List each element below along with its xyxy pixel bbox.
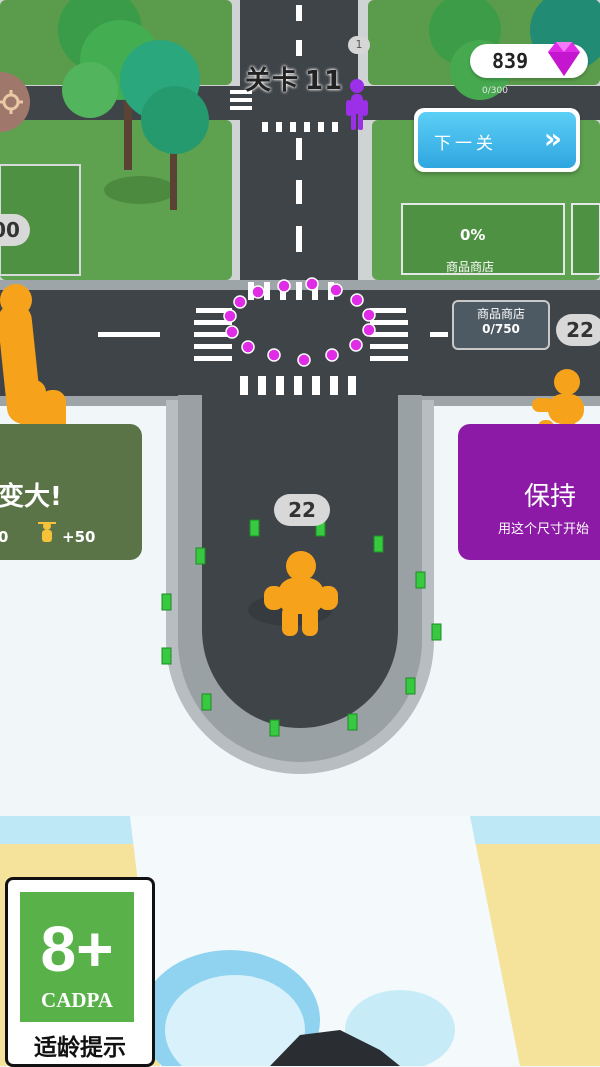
grow-gate-value-a: 0: [0, 528, 9, 546]
grow-gate: 变大! 0 +50: [0, 424, 142, 560]
keep-gate-title: 保持: [524, 482, 577, 512]
level-number: 11: [305, 66, 344, 96]
shop-store-label: 商品商店: [476, 307, 525, 321]
gem-counter: 839: [470, 42, 588, 78]
lot-percent: 0%: [460, 226, 486, 244]
next-level-label: 下一关: [434, 134, 497, 154]
grow-gate-value-b: +50: [62, 528, 96, 546]
small-indicator-badge: 1: [348, 36, 370, 54]
age-rating-panel: 8+ CADPA: [20, 892, 134, 1022]
keep-gate-subtitle: 用这个尺寸开始: [498, 522, 590, 537]
level-indicator: 关卡 11: [245, 60, 343, 97]
crowd-count-badge: 22: [274, 494, 330, 526]
diamond-icon: [548, 42, 580, 76]
keep-gate: 保持 用这个尺寸开始: [458, 424, 600, 560]
age-rating-value: 8+: [40, 913, 114, 985]
level-label: 关卡: [245, 66, 300, 96]
lot-label: 商品商店: [446, 260, 495, 274]
shop-store-progress: 0/750: [482, 322, 520, 336]
gear-icon: [0, 90, 23, 114]
age-rating-hint: 适龄提示: [34, 1035, 126, 1061]
person-icon: [38, 522, 56, 542]
far-lot-progress: 0/300: [482, 86, 508, 96]
shop-store-box: 商品商店 0/750: [452, 300, 550, 350]
chevron-double-right-icon: »: [543, 122, 562, 155]
gem-count: 839: [492, 49, 529, 73]
age-rating-badge: 8+ CADPA 适龄提示: [5, 877, 155, 1067]
age-rating-org: CADPA: [41, 988, 113, 1012]
next-level-button[interactable]: 下一关 »: [414, 108, 580, 172]
grow-gate-title: 变大!: [0, 482, 62, 512]
right-edge-badge: 22: [556, 314, 600, 346]
